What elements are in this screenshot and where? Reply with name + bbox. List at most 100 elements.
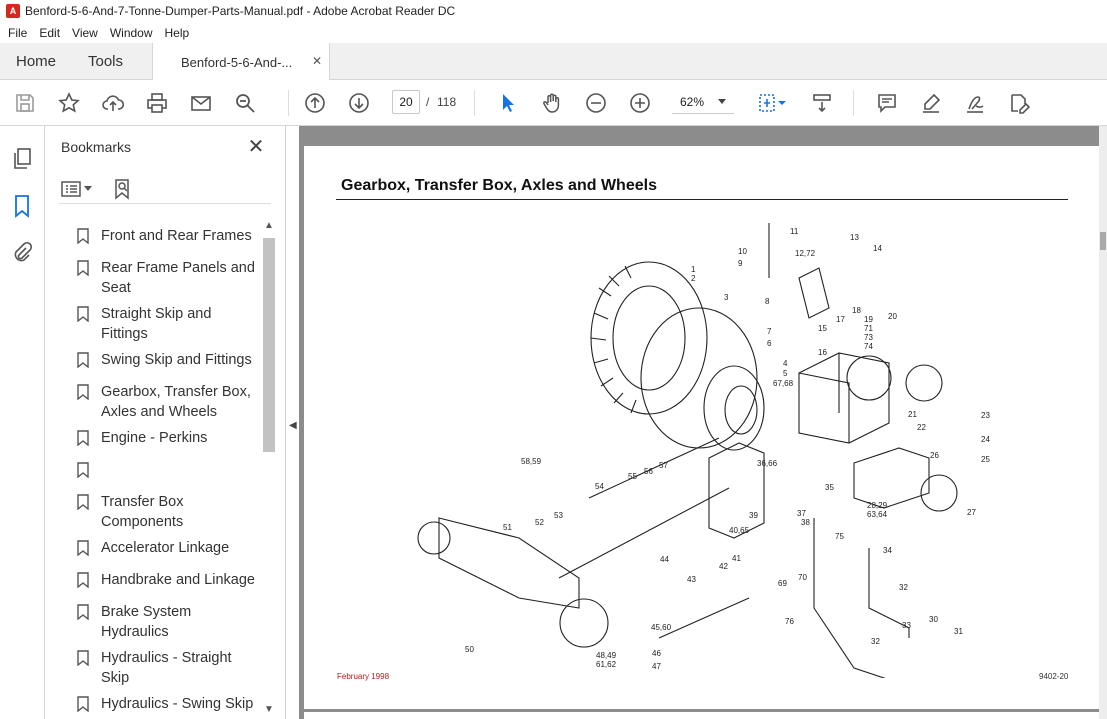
- callout-label: 23: [981, 411, 990, 420]
- collapse-panel-icon[interactable]: ◀: [289, 420, 299, 436]
- bookmark-label: Handbrake and Linkage: [101, 572, 255, 588]
- bookmark-icon: [77, 384, 89, 400]
- tab-home[interactable]: Home: [16, 43, 56, 80]
- bookmark-icon: [77, 228, 89, 244]
- bookmark-label: Engine - Perkins: [101, 430, 208, 446]
- edit-pdf-icon[interactable]: [1007, 91, 1031, 115]
- find-bookmark-icon[interactable]: [113, 178, 133, 200]
- scrollbar-thumb[interactable]: [1100, 232, 1106, 250]
- scroll-down-icon[interactable]: ▼: [264, 704, 274, 715]
- fit-page-dropdown-icon[interactable]: [776, 91, 788, 115]
- brake-pipe: [813, 518, 886, 678]
- bookmark-item[interactable]: Front and Rear Frames: [77, 226, 260, 246]
- bookmark-icon: [77, 260, 89, 276]
- zoom-select[interactable]: 62%: [672, 90, 734, 114]
- bookmark-item[interactable]: Engine - Perkins: [77, 428, 260, 448]
- tab-tools[interactable]: Tools: [88, 43, 123, 80]
- scroll-up-icon[interactable]: ▲: [264, 220, 274, 231]
- bookmark-item[interactable]: Swing Skip and Fittings: [77, 350, 260, 370]
- menu-file[interactable]: File: [8, 26, 27, 40]
- bookmarks-scrollbar[interactable]: ▲ ▼: [261, 220, 275, 716]
- toolbar-divider: [853, 90, 854, 116]
- menu-window[interactable]: Window: [110, 26, 153, 40]
- callout-label: 13: [850, 233, 859, 242]
- callout-label: 3: [724, 293, 729, 302]
- bookmark-item[interactable]: Transfer Box Components: [77, 492, 260, 532]
- tab-document[interactable]: Benford-5-6-And-... ✕: [152, 43, 330, 81]
- next-page-icon[interactable]: [347, 91, 371, 115]
- callout-label: 40,65: [729, 526, 750, 535]
- bookmark-item[interactable]: Accelerator Linkage: [77, 538, 260, 558]
- bookmarks-panel-icon[interactable]: [10, 193, 34, 219]
- callout-label: 67,68: [773, 379, 794, 388]
- star-icon[interactable]: [57, 91, 81, 115]
- bookmark-item[interactable]: Rear Frame Panels and Seat: [77, 258, 260, 298]
- document-scrollbar[interactable]: [1099, 126, 1107, 719]
- page-number-input[interactable]: 20: [392, 90, 420, 114]
- callout-label: 10: [738, 247, 747, 256]
- print-icon[interactable]: [145, 91, 169, 115]
- tab-bar: Home Tools Benford-5-6-And-... ✕: [0, 43, 1107, 81]
- previous-page-icon[interactable]: [303, 91, 327, 115]
- select-cursor-icon[interactable]: [496, 91, 520, 115]
- callout-label: 19: [864, 315, 873, 324]
- menu-view[interactable]: View: [72, 26, 98, 40]
- callout-label: 6: [767, 339, 772, 348]
- bookmark-label: Brake System Hydraulics: [101, 604, 192, 640]
- save-icon[interactable]: [13, 91, 37, 115]
- fill-sign-icon[interactable]: [963, 91, 987, 115]
- hand-tool-icon[interactable]: [540, 91, 564, 115]
- pdf-page: Gearbox, Transfer Box, Axles and Wheels: [304, 146, 1099, 709]
- search-icon[interactable]: [233, 91, 257, 115]
- bookmark-item[interactable]: Straight Skip and Fittings: [77, 304, 260, 344]
- bookmark-icon: [77, 604, 89, 620]
- bookmark-item[interactable]: [77, 460, 260, 478]
- page-thumbnails-icon[interactable]: [10, 146, 34, 172]
- zoom-value: 62%: [680, 94, 705, 109]
- highlight-pen-icon[interactable]: [919, 91, 943, 115]
- bookmark-item[interactable]: Handbrake and Linkage: [77, 570, 260, 590]
- callout-label: 31: [954, 627, 963, 636]
- bookmark-item[interactable]: Brake System Hydraulics: [77, 602, 260, 642]
- callout-label: 46: [652, 649, 661, 658]
- callout-label: 50: [465, 645, 474, 654]
- heading-rule: [336, 199, 1068, 200]
- zoom-out-icon[interactable]: [584, 91, 608, 115]
- bookmark-icon: [77, 696, 89, 712]
- attachments-icon[interactable]: [10, 240, 34, 266]
- callout-label: 37: [797, 509, 806, 518]
- bookmark-item[interactable]: Hydraulics - Straight Skip: [77, 648, 260, 688]
- options-list-icon[interactable]: [61, 180, 81, 198]
- bookmark-item-selected[interactable]: Gearbox, Transfer Box, Axles and Wheels: [77, 382, 260, 422]
- zoom-in-icon[interactable]: [628, 91, 652, 115]
- menu-edit[interactable]: Edit: [39, 26, 60, 40]
- bookmark-icon: [77, 462, 89, 478]
- callout-label: 7: [767, 327, 772, 336]
- callout-label: 48,49: [596, 651, 617, 660]
- comment-icon[interactable]: [875, 91, 899, 115]
- scrolling-mode-icon[interactable]: [810, 91, 834, 115]
- callout-label: 45,60: [651, 623, 672, 632]
- options-dropdown-icon[interactable]: [84, 186, 92, 192]
- callout-label: 56: [644, 467, 653, 476]
- callout-label: 63,64: [867, 510, 888, 519]
- scrollbar-thumb[interactable]: [263, 238, 275, 452]
- callout-label: 39: [749, 511, 758, 520]
- exploded-parts-diagram: 1 2 3 4 5 67,68 6 7 8 9 10 11 12,72 13 1…: [417, 223, 990, 678]
- callout-label: 11: [790, 227, 799, 236]
- close-panel-icon[interactable]: ✕: [246, 136, 266, 158]
- menu-bar: File Edit View Window Help: [0, 22, 1107, 43]
- callout-label: 47: [652, 662, 661, 671]
- bookmark-icon: [77, 494, 89, 510]
- callout-label: 53: [554, 511, 563, 520]
- email-icon[interactable]: [189, 91, 213, 115]
- toolbar-divider: [288, 90, 289, 116]
- menu-help[interactable]: Help: [165, 26, 190, 40]
- bookmark-item[interactable]: Hydraulics - Swing Skip: [77, 694, 260, 714]
- callout-label: 1: [691, 265, 696, 274]
- bookmarks-list: Front and Rear Frames Rear Frame Panels …: [45, 218, 260, 718]
- bookmark-label: Rear Frame Panels and Seat: [101, 260, 255, 296]
- cloud-upload-icon[interactable]: [101, 91, 125, 115]
- close-tab-icon[interactable]: ✕: [312, 54, 322, 68]
- bookmarks-toolbar: [59, 176, 271, 204]
